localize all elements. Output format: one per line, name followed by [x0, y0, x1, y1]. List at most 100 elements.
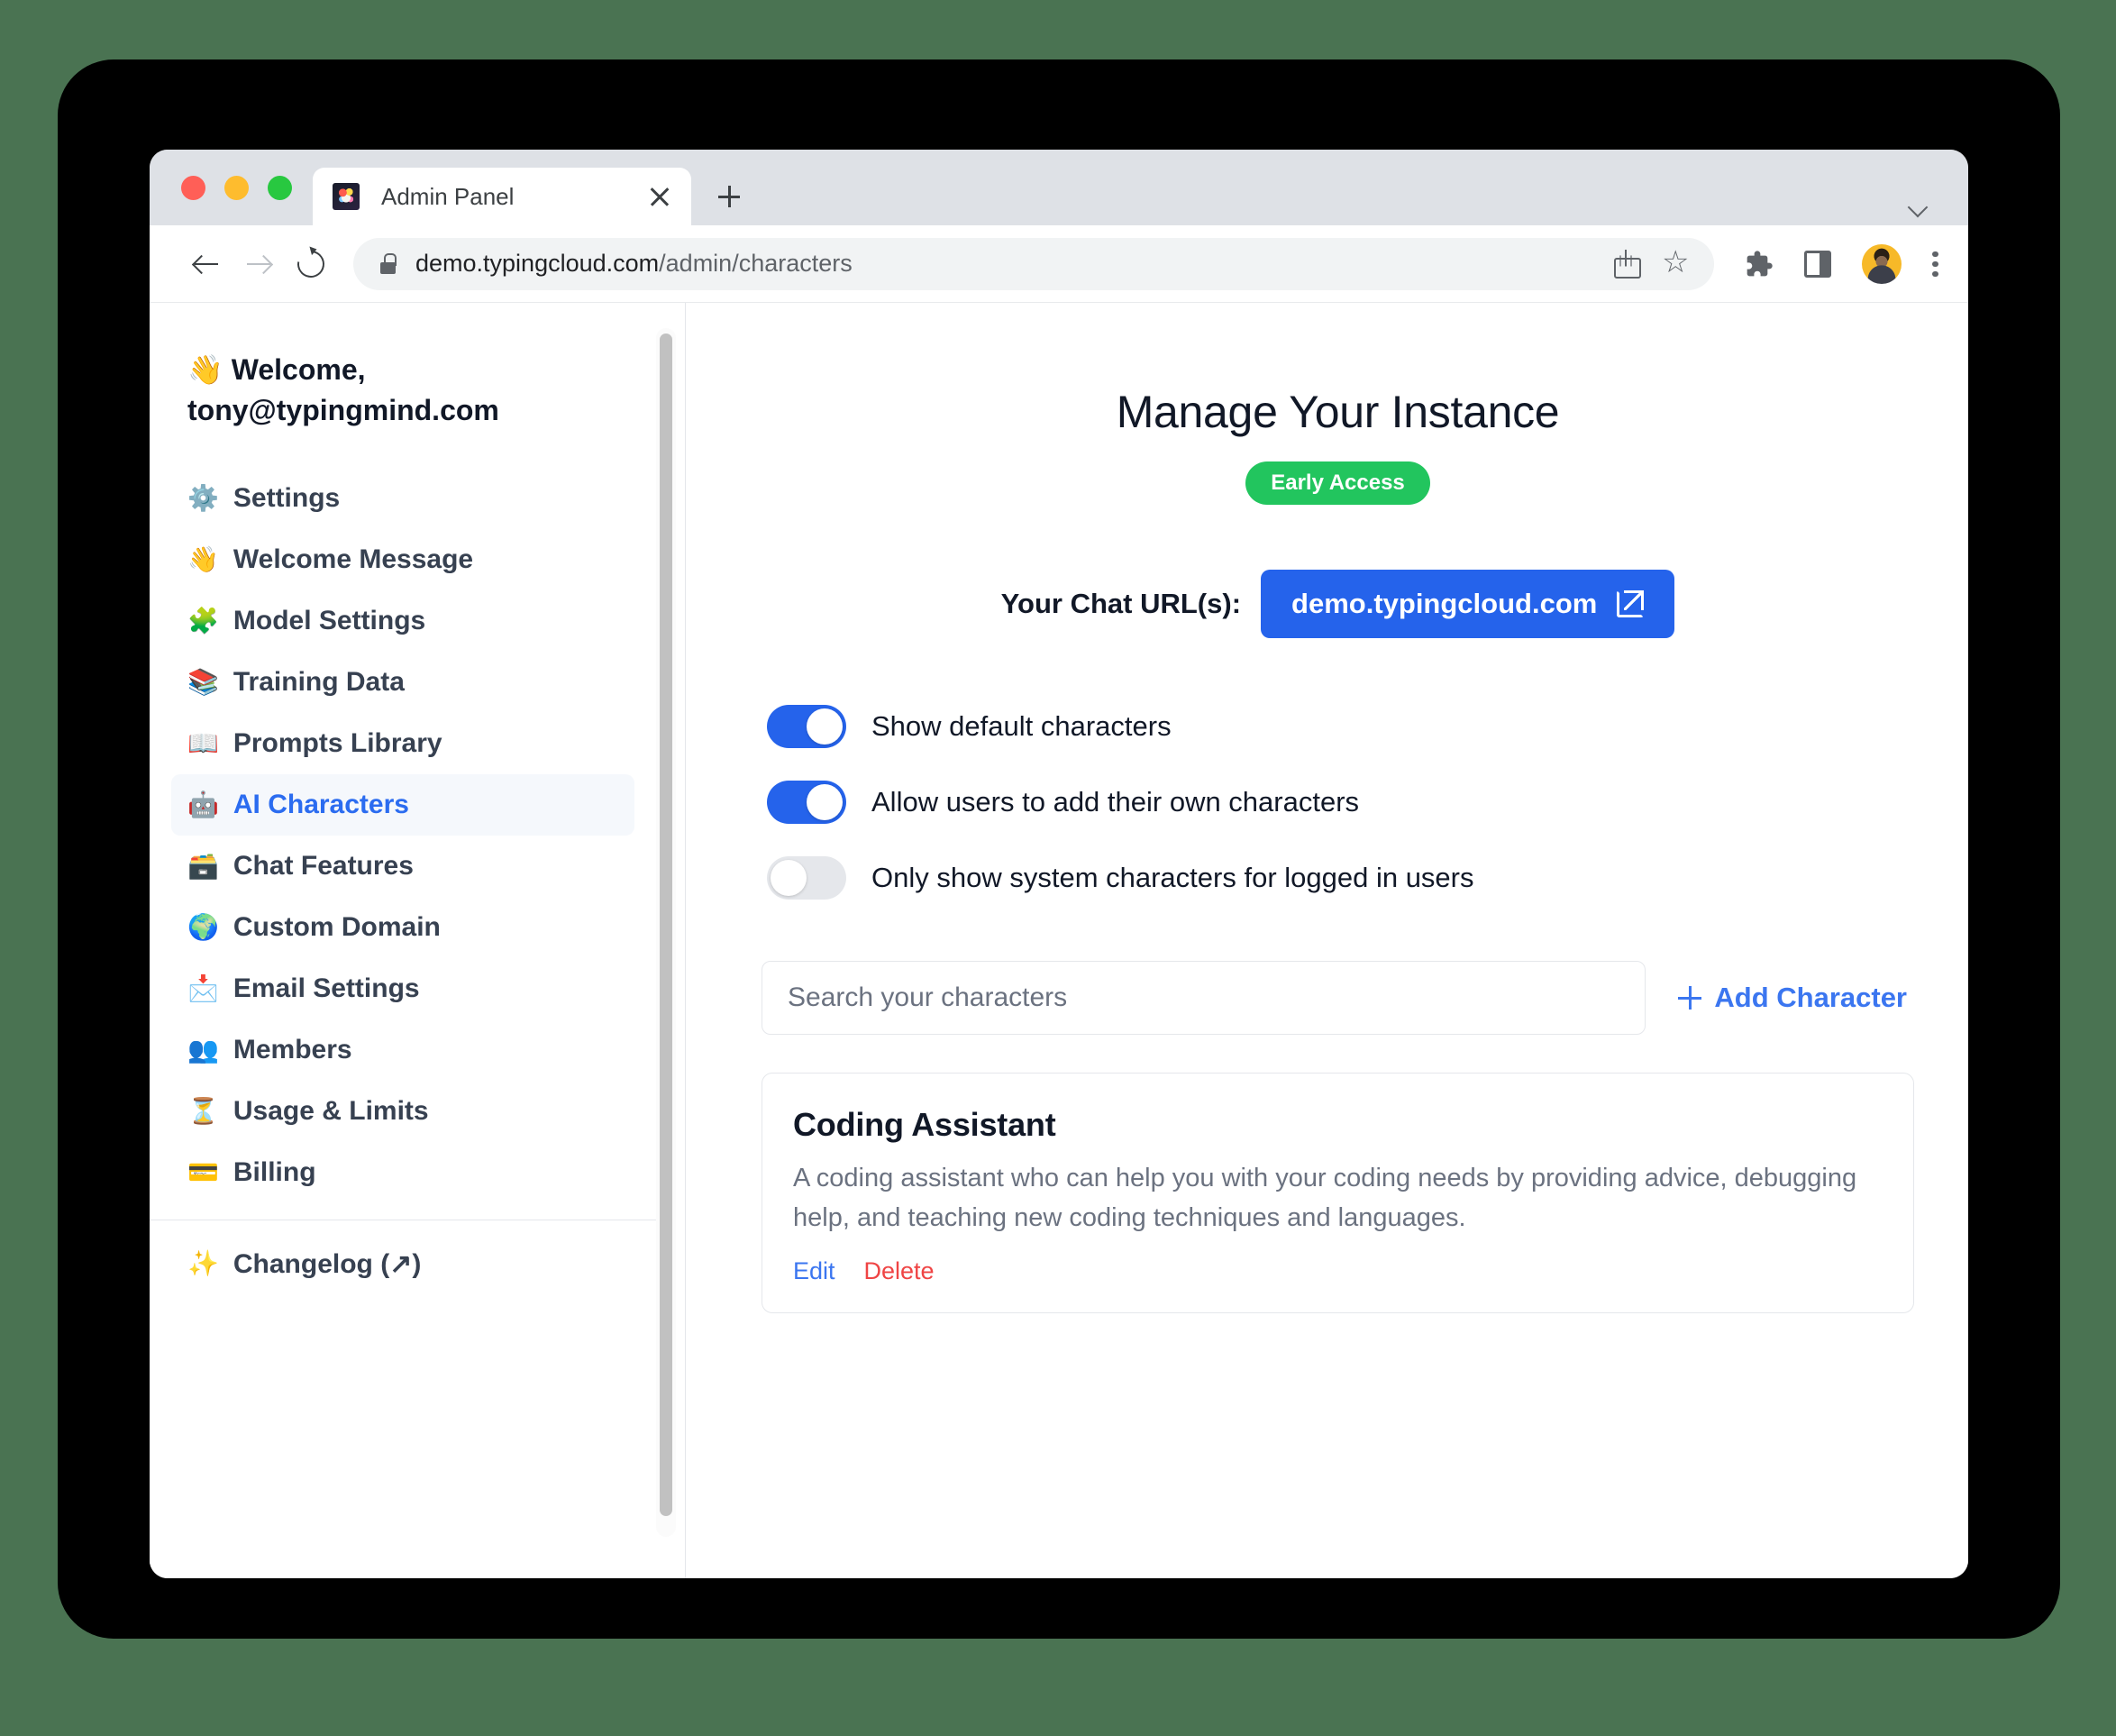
wave-icon: 👋: [187, 547, 219, 572]
sidebar-item-model-settings[interactable]: 🧩 Model Settings: [171, 590, 634, 652]
url-path: /admin/characters: [659, 250, 853, 277]
search-input[interactable]: [762, 961, 1646, 1035]
gear-icon: ⚙️: [187, 486, 219, 511]
edit-character-link[interactable]: Edit: [793, 1257, 835, 1285]
sidebar-item-ai-characters[interactable]: 🤖 AI Characters: [171, 774, 634, 836]
side-panel-icon[interactable]: [1804, 251, 1831, 278]
address-bar[interactable]: demo.typingcloud.com/admin/characters ☆: [353, 238, 1714, 290]
sidebar-item-label: Training Data: [233, 667, 405, 698]
sidebar-item-label: Chat Features: [233, 851, 414, 882]
sidebar-nav: ⚙️ Settings 👋 Welcome Message 🧩 Model Se…: [150, 468, 656, 1203]
avatar[interactable]: [1862, 244, 1902, 284]
hourglass-icon: ⏳: [187, 1099, 219, 1124]
toggle-group: Show default characters Allow users to a…: [762, 705, 1914, 900]
card-file-box-icon: 🗃️: [187, 854, 219, 879]
lock-icon: [380, 253, 396, 274]
toggle-label: Show default characters: [871, 710, 1172, 743]
toggle-row-show-default-characters[interactable]: Show default characters: [767, 705, 1914, 748]
character-actions: Edit Delete: [793, 1257, 1883, 1285]
omnibox-actions: ☆: [1613, 250, 1698, 279]
share-icon[interactable]: [1613, 250, 1638, 279]
puzzle-icon[interactable]: [1745, 250, 1774, 279]
minimize-window-button[interactable]: [224, 176, 249, 200]
sidebar-item-training-data[interactable]: 📚 Training Data: [171, 652, 634, 713]
sidebar-item-label: Members: [233, 1035, 352, 1065]
envelope-icon: 📩: [187, 976, 219, 1001]
tab-title: Admin Panel: [381, 183, 644, 211]
character-card: Coding Assistant A coding assistant who …: [762, 1073, 1914, 1313]
open-book-icon: 📖: [187, 731, 219, 756]
favicon-icon: [333, 183, 360, 210]
kebab-menu-icon[interactable]: [1932, 249, 1941, 279]
browser-tab-admin-panel[interactable]: Admin Panel: [313, 168, 691, 225]
page-title: Manage Your Instance: [762, 386, 1914, 438]
arrow-left-icon: [193, 251, 220, 278]
welcome-greeting: 👋 Welcome, tony@typingmind.com: [150, 350, 656, 432]
sidebar-item-label: Settings: [233, 483, 340, 514]
sidebar-item-welcome-message[interactable]: 👋 Welcome Message: [171, 529, 634, 590]
arrow-right-icon: [245, 251, 272, 278]
chevron-down-icon[interactable]: [1909, 200, 1929, 211]
character-description: A coding assistant who can help you with…: [793, 1158, 1883, 1238]
sidebar-item-members[interactable]: 👥 Members: [171, 1019, 634, 1081]
sidebar-item-label: AI Characters: [233, 790, 409, 820]
window-traffic-lights: [150, 150, 313, 225]
status-badge: Early Access: [1245, 461, 1430, 505]
globe-icon: 🌍: [187, 915, 219, 940]
credit-card-icon: 💳: [187, 1160, 219, 1185]
sidebar: 👋 Welcome, tony@typingmind.com ⚙️ Settin…: [150, 303, 686, 1578]
address-bar-url: demo.typingcloud.com/admin/characters: [415, 250, 853, 278]
close-window-button[interactable]: [181, 176, 205, 200]
sidebar-item-billing[interactable]: 💳 Billing: [171, 1142, 634, 1203]
toggle-only-system-characters[interactable]: [767, 856, 846, 900]
delete-character-link[interactable]: Delete: [864, 1257, 935, 1285]
sidebar-item-email-settings[interactable]: 📩 Email Settings: [171, 958, 634, 1019]
toggle-allow-users-add-characters[interactable]: [767, 781, 846, 824]
chat-url-row: Your Chat URL(s): demo.typingcloud.com: [762, 570, 1914, 638]
search-row: Add Character: [762, 961, 1914, 1035]
toggle-row-allow-users-add-characters[interactable]: Allow users to add their own characters: [767, 781, 1914, 824]
sidebar-scroll-area: 👋 Welcome, tony@typingmind.com ⚙️ Settin…: [150, 303, 656, 1578]
back-button[interactable]: [180, 238, 233, 290]
plus-icon: [1678, 986, 1701, 1010]
sidebar-item-label: Usage & Limits: [233, 1096, 429, 1127]
books-icon: 📚: [187, 670, 219, 695]
toolbar-right-group: [1745, 244, 1941, 284]
browser-window: Admin Panel demo.typingcloud.com/admin/c…: [150, 150, 1968, 1578]
chat-url-value: demo.typingcloud.com: [1291, 588, 1597, 620]
tabstrip-right-group: [1909, 200, 1968, 225]
forward-button[interactable]: [233, 238, 285, 290]
maximize-window-button[interactable]: [268, 176, 292, 200]
sidebar-item-changelog[interactable]: ✨ Changelog (↗): [171, 1233, 634, 1295]
add-character-label: Add Character: [1714, 982, 1907, 1014]
external-link-icon: [1617, 590, 1644, 617]
sidebar-scrollbar[interactable]: [656, 328, 676, 1537]
robot-icon: 🤖: [187, 792, 219, 818]
sidebar-item-label: Billing: [233, 1157, 316, 1188]
toggle-show-default-characters[interactable]: [767, 705, 846, 748]
sidebar-item-usage-limits[interactable]: ⏳ Usage & Limits: [171, 1081, 634, 1142]
sidebar-item-label: Prompts Library: [233, 728, 442, 759]
sidebar-scrollbar-thumb[interactable]: [660, 333, 672, 1516]
add-character-button[interactable]: Add Character: [1646, 982, 1914, 1014]
star-icon[interactable]: ☆: [1662, 251, 1689, 278]
sidebar-item-settings[interactable]: ⚙️ Settings: [171, 468, 634, 529]
browser-toolbar: demo.typingcloud.com/admin/characters ☆: [150, 225, 1968, 303]
chat-url-label: Your Chat URL(s):: [1001, 588, 1241, 620]
sparkles-icon: ✨: [187, 1251, 219, 1276]
toggle-row-only-system-characters[interactable]: Only show system characters for logged i…: [767, 856, 1914, 900]
reload-icon: [292, 245, 330, 283]
reload-button[interactable]: [285, 238, 337, 290]
url-host: demo.typingcloud.com: [415, 250, 659, 277]
new-tab-button[interactable]: [700, 168, 758, 225]
toggle-label: Allow users to add their own characters: [871, 786, 1359, 818]
sidebar-item-custom-domain[interactable]: 🌍 Custom Domain: [171, 897, 634, 958]
sidebar-item-chat-features[interactable]: 🗃️ Chat Features: [171, 836, 634, 897]
people-icon: 👥: [187, 1037, 219, 1063]
sidebar-item-label: Welcome Message: [233, 544, 473, 575]
character-name: Coding Assistant: [793, 1106, 1883, 1144]
sidebar-item-prompts-library[interactable]: 📖 Prompts Library: [171, 713, 634, 774]
puzzle-piece-icon: 🧩: [187, 608, 219, 634]
chat-url-button[interactable]: demo.typingcloud.com: [1261, 570, 1674, 638]
close-tab-icon[interactable]: [644, 181, 675, 212]
